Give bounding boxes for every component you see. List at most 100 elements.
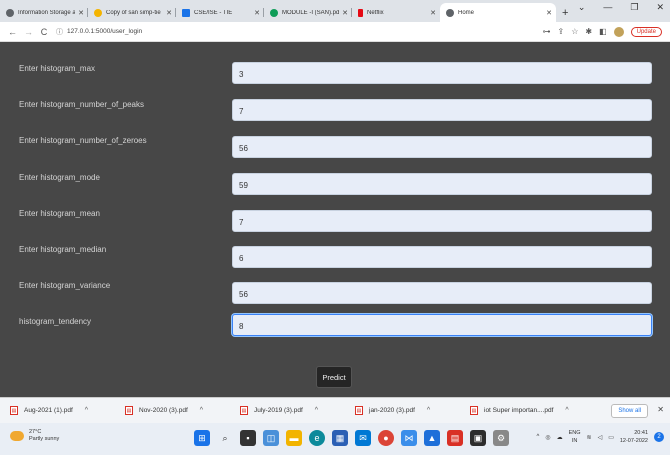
forward-icon[interactable]: → [24,27,33,37]
tab-title: Netflix [367,9,384,16]
bookmark-star-icon[interactable]: ☆ [571,27,578,36]
chevron-up-icon[interactable]: ^ [565,407,568,414]
taskbar-apps: ⊞ ⌕ ▪ ◫ ▬ e ▦ ✉ ● ⋈ ▲ ▤ ▣ ⚙ [194,430,509,446]
pdf-file-icon: ▤ [470,406,478,415]
chevron-up-icon[interactable]: ^ [200,407,203,414]
download-filename: Aug-2021 (1).pdf [24,407,73,414]
form-row-histogram-mean: Enter histogram_mean 7 [0,207,670,232]
settings-icon[interactable]: ⚙ [493,430,509,446]
form-row-histogram-median: Enter histogram_median 6 [0,243,670,268]
field-label: Enter histogram_variance [19,281,111,290]
system-tray: ^ ◎ ☁ ENG IN ≋ ◁ ▭ 20:41 12-07-2022 2 [537,429,664,445]
predict-button[interactable]: Predict [316,366,352,388]
url-field[interactable]: ⓘ 127.0.0.1:5000/user_login [56,27,142,37]
number-of-peaks-input[interactable]: 7 [232,99,652,121]
language-region[interactable]: IN [569,437,581,445]
extensions-icon[interactable]: ✱ [585,27,592,36]
close-icon[interactable]: ✕ [166,9,172,17]
field-label: Enter histogram_number_of_zeroes [19,136,147,145]
download-item[interactable]: ▤ Nov-2020 (3).pdf ^ [115,406,230,415]
widgets-icon[interactable]: ◫ [263,430,279,446]
vscode-icon[interactable]: ⋈ [401,430,417,446]
download-item[interactable]: ▤ July-2019 (3).pdf ^ [230,406,345,415]
download-item[interactable]: ▤ Aug-2021 (1).pdf ^ [0,406,115,415]
window-close-icon[interactable]: ✕ [656,2,664,13]
close-shelf-icon[interactable]: ✕ [657,405,664,414]
task-view-icon[interactable]: ▪ [240,430,256,446]
histogram-tendency-input[interactable]: 8 [232,314,652,336]
close-icon[interactable]: ✕ [430,9,436,17]
tab-information-storage[interactable]: Information Storage a ✕ [0,3,88,22]
histogram-variance-input[interactable]: 56 [232,282,652,304]
back-icon[interactable]: ← [8,27,17,37]
volume-icon[interactable]: ◁ [598,434,603,441]
weather-widget[interactable]: 27°C Partly sunny [10,429,59,443]
windows-start-icon[interactable]: ⊞ [194,430,210,446]
photos-icon[interactable]: ▲ [424,430,440,446]
language-code[interactable]: ENG [569,429,581,437]
download-item[interactable]: ▤ jan-2020 (3).pdf ^ [345,406,460,415]
download-item[interactable]: ▤ iot Super importan....pdf ^ [460,406,575,415]
number-of-zeroes-input[interactable]: 56 [232,136,652,158]
download-shelf: ▤ Aug-2021 (1).pdf ^ ▤ Nov-2020 (3).pdf … [0,397,670,423]
cloud-icon[interactable]: ☁ [557,434,563,441]
form-row-histogram-mode: Enter histogram_mode 59 [0,171,670,195]
histogram-median-input[interactable]: 6 [232,246,652,268]
field-label: Enter histogram_mode [19,173,100,182]
site-info-icon[interactable]: ⓘ [56,27,63,37]
form-row-number-of-zeroes: Enter histogram_number_of_zeroes 56 [0,134,670,158]
mail-icon[interactable]: ✉ [355,430,371,446]
tab-cse-ise-tie[interactable]: CSE/ISE - TIE ✕ [176,3,264,22]
chevron-up-icon[interactable]: ^ [85,407,88,414]
tab-module-pdf[interactable]: MODULE -I (SAN).pdf ✕ [264,3,352,22]
maximize-icon[interactable]: ❐ [630,2,638,13]
tab-strip: Information Storage a ✕ Copy of san simp… [0,0,670,22]
close-icon[interactable]: ✕ [78,9,84,17]
close-icon[interactable]: ✕ [254,9,260,17]
notification-badge[interactable]: 2 [654,432,664,442]
reload-icon[interactable]: C [40,27,48,37]
terminal-icon[interactable]: ▣ [470,430,486,446]
network-icon[interactable]: ◎ [545,434,550,441]
acrobat-icon[interactable]: ▤ [447,430,463,446]
field-label: Enter histogram_max [19,64,96,73]
tab-home[interactable]: Home ✕ [440,3,556,22]
key-icon[interactable]: ⊶ [543,27,551,36]
wifi-icon[interactable]: ≋ [587,434,592,441]
form-row-histogram-max: Enter histogram_max 3 [0,62,670,86]
histogram-mean-input[interactable]: 7 [232,210,652,232]
share-icon[interactable]: ⇪ [558,27,565,36]
histogram-mode-input[interactable]: 59 [232,173,652,195]
close-icon[interactable]: ✕ [546,9,552,17]
chevron-up-icon[interactable]: ^ [537,434,540,440]
close-icon[interactable]: ✕ [342,9,348,17]
chrome-icon[interactable]: ● [378,430,394,446]
file-explorer-icon[interactable]: ▬ [286,430,302,446]
sidepanel-icon[interactable]: ◧ [599,27,607,36]
download-filename: iot Super importan....pdf [484,407,554,414]
battery-icon[interactable]: ▭ [608,434,614,441]
download-filename: July-2019 (3).pdf [254,407,303,414]
drive-icon [94,8,102,17]
tab-search-icon[interactable]: ⌄ [578,2,586,13]
avatar[interactable] [613,26,624,37]
edge-icon[interactable]: e [309,430,325,446]
prediction-form: Enter histogram_max 3 Enter histogram_nu… [0,42,670,397]
weather-condition: Partly sunny [29,436,60,442]
globe-icon [446,8,454,17]
clock[interactable]: 20:41 12-07-2022 [620,429,648,445]
chevron-up-icon[interactable]: ^ [427,407,430,414]
search-icon[interactable]: ⌕ [217,430,233,446]
time: 20:41 [634,430,648,436]
new-tab-button[interactable]: + [562,3,568,22]
tab-copy-of-san[interactable]: Copy of san simp-tie ✕ [88,3,176,22]
minimize-icon[interactable]: — [603,2,612,13]
chevron-up-icon[interactable]: ^ [315,407,318,414]
tab-favicon-icon [182,8,190,17]
update-button[interactable]: Update [630,26,662,37]
tab-netflix[interactable]: Netflix ✕ [352,3,440,22]
store-icon[interactable]: ▦ [332,430,348,446]
taskbar: 27°C Partly sunny ⊞ ⌕ ▪ ◫ ▬ e ▦ ✉ ● ⋈ ▲ … [0,423,670,455]
show-all-button[interactable]: Show all [611,404,648,418]
histogram-max-input[interactable]: 3 [232,62,652,84]
